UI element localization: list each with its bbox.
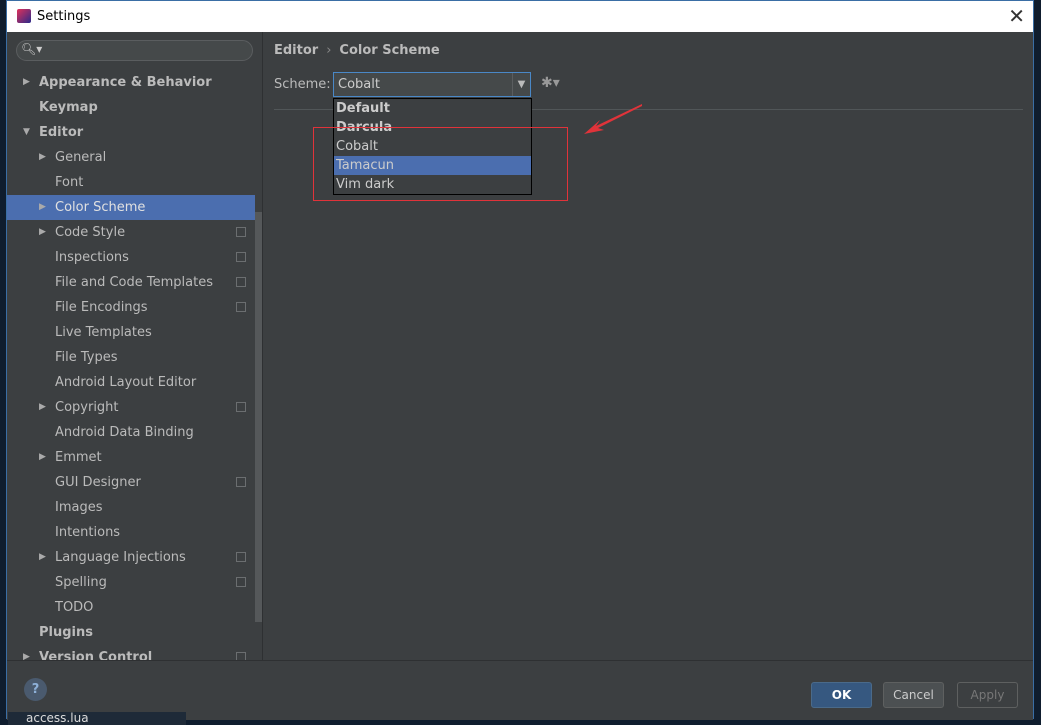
- annotation-box: [313, 127, 568, 201]
- sidebar-item-label: File and Code Templates: [55, 275, 213, 290]
- sidebar-item-font[interactable]: Font: [7, 170, 255, 195]
- project-copy-icon: [236, 402, 246, 412]
- sidebar-item-android-data-binding[interactable]: Android Data Binding: [7, 420, 255, 445]
- settings-tree: 🔍︎▾ ▶ Appearance & Behavior Keymap ▼ Editor ▶…: [7, 32, 263, 660]
- taskbar-file[interactable]: access.lua: [8, 712, 186, 725]
- sidebar-item-android-layout-editor[interactable]: Android Layout Editor: [7, 370, 255, 395]
- sidebar-item-emmet[interactable]: ▶ Emmet: [7, 445, 255, 470]
- sidebar-item-label: Editor: [39, 125, 84, 140]
- sidebar-item-general[interactable]: ▶ General: [7, 145, 255, 170]
- sidebar-item-label: File Encodings: [55, 300, 148, 315]
- sidebar-item-keymap[interactable]: Keymap: [7, 95, 255, 120]
- breadcrumb-separator: ›: [326, 43, 332, 58]
- sidebar-item-label: Android Layout Editor: [55, 375, 197, 390]
- sidebar-item-label: Copyright: [55, 400, 119, 415]
- project-copy-icon: [236, 252, 246, 262]
- chevron-right-icon[interactable]: ▶: [39, 445, 46, 470]
- sidebar-item-label: Font: [55, 175, 84, 190]
- sidebar-item-file-and-code-templates[interactable]: File and Code Templates: [7, 270, 255, 295]
- breadcrumb-editor: Editor: [274, 43, 319, 58]
- sidebar-item-label: Images: [55, 500, 103, 515]
- sidebar-item-editor[interactable]: ▼ Editor: [7, 120, 255, 145]
- sidebar-item-spelling[interactable]: Spelling: [7, 570, 255, 595]
- sidebar-item-label: Keymap: [39, 100, 98, 115]
- sidebar-item-copyright[interactable]: ▶ Copyright: [7, 395, 255, 420]
- ok-button[interactable]: OK: [811, 682, 872, 708]
- sidebar-item-todo[interactable]: TODO: [7, 595, 255, 620]
- chevron-right-icon[interactable]: ▶: [23, 645, 30, 660]
- gear-icon[interactable]: ✱▾: [541, 75, 560, 91]
- scheme-label: Scheme:: [274, 77, 331, 92]
- sidebar-item-label: File Types: [55, 350, 118, 365]
- chevron-right-icon[interactable]: ▶: [39, 395, 46, 420]
- scheme-value: Cobalt: [338, 77, 380, 92]
- sidebar-item-plugins[interactable]: Plugins: [7, 620, 255, 645]
- sidebar-item-label: Live Templates: [55, 325, 152, 340]
- chevron-right-icon[interactable]: ▶: [23, 70, 30, 95]
- app-logo-icon: [17, 9, 31, 23]
- color-scheme-panel: Editor › Color Scheme Scheme: Cobalt ▼ ✱▾ …: [264, 32, 1033, 660]
- project-copy-icon: [236, 302, 246, 312]
- sidebar-item-live-templates[interactable]: Live Templates: [7, 320, 255, 345]
- sidebar-item-label: Spelling: [55, 575, 107, 590]
- chevron-down-icon[interactable]: ▼: [512, 73, 530, 96]
- project-copy-icon: [236, 277, 246, 287]
- scheme-option[interactable]: Default: [334, 99, 531, 118]
- cancel-button[interactable]: Cancel: [883, 682, 944, 708]
- sidebar-item-appearance-behavior[interactable]: ▶ Appearance & Behavior: [7, 70, 255, 95]
- sidebar-item-inspections[interactable]: Inspections: [7, 245, 255, 270]
- chevron-right-icon[interactable]: ▶: [39, 145, 46, 170]
- title-bar: Settings ✕: [7, 1, 1033, 32]
- project-copy-icon: [236, 577, 246, 587]
- chevron-right-icon[interactable]: ▶: [39, 545, 46, 570]
- scheme-dropdown[interactable]: Cobalt ▼: [333, 72, 531, 97]
- sidebar-item-label: General: [55, 150, 107, 165]
- settings-dialog: Settings ✕ 🔍︎▾ ▶ Appearance & Behavior Key…: [6, 0, 1034, 720]
- sidebar-item-label: Language Injections: [55, 550, 186, 565]
- sidebar-scrollbar[interactable]: [255, 212, 262, 622]
- chevron-right-icon[interactable]: ▶: [39, 195, 46, 220]
- chevron-right-icon[interactable]: ▶: [39, 220, 46, 245]
- search-icon: 🔍︎▾: [21, 42, 43, 56]
- project-copy-icon: [236, 652, 246, 660]
- project-copy-icon: [236, 477, 246, 487]
- sidebar-item-file-encodings[interactable]: File Encodings: [7, 295, 255, 320]
- sidebar-item-label: Emmet: [55, 450, 102, 465]
- sidebar-item-version-control[interactable]: ▶ Version Control: [7, 645, 255, 660]
- sidebar-item-label: Appearance & Behavior: [39, 75, 212, 90]
- sidebar-item-label: Plugins: [39, 625, 93, 640]
- annotation-arrow-icon: [584, 104, 642, 134]
- sidebar-item-file-types[interactable]: File Types: [7, 345, 255, 370]
- sidebar-item-label: TODO: [55, 600, 94, 615]
- project-copy-icon: [236, 227, 246, 237]
- sidebar-item-images[interactable]: Images: [7, 495, 255, 520]
- sidebar-item-code-style[interactable]: ▶ Code Style: [7, 220, 255, 245]
- sidebar-item-label: Inspections: [55, 250, 129, 265]
- close-icon[interactable]: ✕: [1008, 4, 1025, 28]
- sidebar-item-label: Code Style: [55, 225, 126, 240]
- sidebar-item-label: GUI Designer: [55, 475, 141, 490]
- dialog-footer: ? OK Cancel Apply: [7, 660, 1033, 720]
- help-button[interactable]: ?: [24, 678, 47, 701]
- sidebar-item-language-injections[interactable]: ▶ Language Injections: [7, 545, 255, 570]
- sidebar-item-intentions[interactable]: Intentions: [7, 520, 255, 545]
- search-input[interactable]: 🔍︎▾: [16, 40, 253, 61]
- sidebar-item-label: Version Control: [39, 650, 153, 660]
- breadcrumb-color-scheme: Color Scheme: [339, 43, 440, 58]
- apply-button[interactable]: Apply: [957, 682, 1018, 708]
- sidebar-item-gui-designer[interactable]: GUI Designer: [7, 470, 255, 495]
- sidebar-item-label: Intentions: [55, 525, 121, 540]
- project-copy-icon: [236, 552, 246, 562]
- breadcrumb: Editor › Color Scheme: [274, 43, 440, 58]
- sidebar-item-label: Color Scheme: [55, 200, 146, 215]
- sidebar-item-label: Android Data Binding: [55, 425, 194, 440]
- chevron-down-icon[interactable]: ▼: [23, 120, 30, 145]
- sidebar-item-color-scheme[interactable]: ▶ Color Scheme: [7, 195, 255, 220]
- window-title: Settings: [37, 9, 91, 24]
